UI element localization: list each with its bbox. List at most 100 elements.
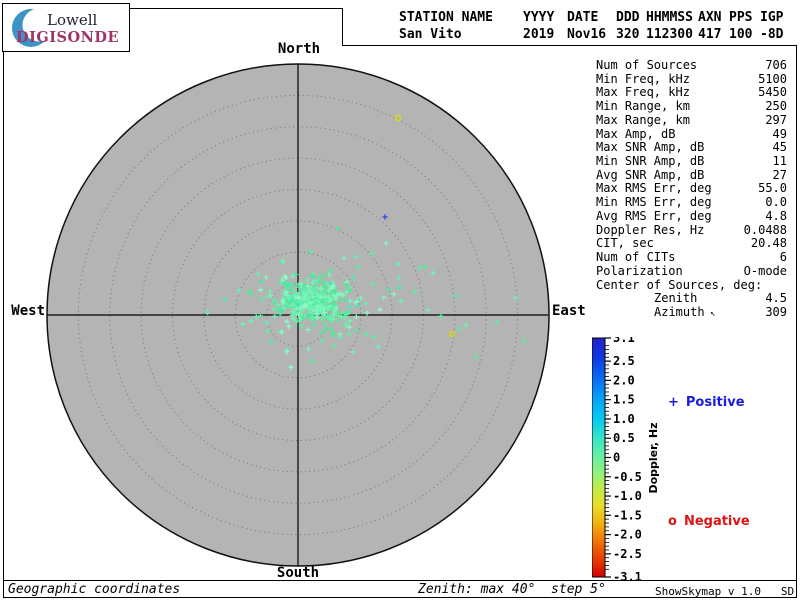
colorbar-tick-label: -0.5 (613, 470, 642, 484)
app-version: ShowSkymap v 1.0 SD v 5.1 (655, 585, 795, 598)
lowell-digisonde-logo: Lowell DIGISONDE (2, 3, 130, 52)
stat-label: Center of Sources, deg: (596, 277, 763, 292)
legend-positive: + Positive (668, 395, 745, 410)
stat-value: 5100 (758, 71, 787, 86)
header-labels-row: STATION NAME YYYY DATE DDD HHMMSS AXN PPS IGP (399, 10, 794, 25)
legend-negative: o Negative (668, 514, 750, 529)
stat-value: 0.0488 (743, 222, 787, 237)
stat-label: Max SNR Amp, dB (596, 140, 705, 155)
colorbar-tick-label: -2.5 (613, 547, 642, 561)
stat-label: Avg RMS Err, deg (596, 208, 712, 223)
stat-row: Max Range, km 297 (596, 113, 787, 127)
stat-label: Min RMS Err, deg (596, 195, 712, 210)
stat-label: Max Range, km (596, 112, 690, 127)
stat-row: CIT, sec 20.48 (596, 236, 787, 250)
stat-label: Num of CITs (596, 250, 676, 265)
stat-row: Max Amp, dB 49 (596, 127, 787, 141)
colorbar-tick-label: 1.5 (613, 393, 635, 407)
stat-label: Max Amp, dB (596, 126, 676, 141)
skymap-svg (46, 63, 550, 567)
logo-text-digisonde: DIGISONDE (16, 29, 120, 46)
compass-label-west: West (11, 303, 45, 319)
stat-row: Max RMS Err, deg 55.0 (596, 181, 787, 195)
header-value-3: 320 (616, 27, 640, 42)
logo-text-lowell: Lowell (47, 11, 98, 29)
stat-value: 11 (772, 154, 787, 169)
stat-label: Num of Sources (596, 58, 698, 72)
stat-label: Min Range, km (596, 99, 690, 114)
zenith-scale-note: Zenith: max 40° step 5° (418, 582, 606, 597)
stat-label: Polarization (596, 263, 683, 278)
stat-row: Min SNR Amp, dB 11 (596, 154, 787, 168)
stat-value: 45 (772, 140, 787, 155)
stat-value: 0.0 (765, 195, 787, 210)
stat-row: Azimuth ↖ 309 (596, 305, 787, 319)
stat-row: Max Freq, kHz 5450 (596, 85, 787, 99)
colorbar-tick-label: 3.1 (613, 337, 635, 345)
header-label-6: PPS (729, 10, 753, 25)
header-value-4: 112300 (646, 27, 693, 42)
compass-label-east: East (552, 303, 586, 319)
stat-row: Min Freq, kHz 5100 (596, 72, 787, 86)
stat-row: Polarization O-mode (596, 264, 787, 278)
stat-value: 4.8 (765, 208, 787, 223)
measurement-stats-panel: Num of Sources 706 Min Freq, kHz 5100 Max Fr… (596, 58, 787, 319)
colorbar-svg: 3.12.52.01.51.00.50-0.5-1.0-1.5-2.0-2.5-… (591, 331, 642, 584)
nw-arrow-icon: ↖ (704, 308, 716, 319)
stat-value: 20.48 (750, 236, 787, 251)
header-value-0: San Vito (399, 27, 462, 42)
colorbar-tick-label: -1.5 (613, 508, 642, 522)
colorbar-tick-label: 2.0 (613, 373, 635, 387)
stat-value: 6 (779, 250, 787, 265)
stat-row: Min Range, km 250 (596, 99, 787, 113)
header-value-2: Nov16 (567, 27, 607, 42)
colorbar-tick-label: 1.0 (613, 412, 635, 426)
colorbar-axis-label: Doppler, Hz (647, 422, 660, 494)
stat-label: Doppler Res, Hz (596, 222, 705, 237)
colorbar-tick-label: 0 (613, 451, 620, 465)
stat-label: Max Freq, kHz (596, 85, 690, 100)
stat-value: O-mode (743, 263, 787, 278)
skymap-plot (46, 63, 550, 572)
stat-value: 297 (765, 112, 787, 127)
header-label-0: STATION NAME (399, 10, 493, 25)
stat-label: Min SNR Amp, dB (596, 154, 705, 169)
header-label-3: DDD (616, 10, 640, 25)
stat-row: Avg RMS Err, deg 4.8 (596, 209, 787, 223)
stat-row: Min RMS Err, deg 0.0 (596, 195, 787, 209)
header-values-row: San Vito 2019 Nov16 320 112300 417 100 -8D (399, 27, 794, 42)
header-value-1: 2019 (523, 27, 555, 42)
doppler-colorbar: 3.1 2.5 2.0 1.5 1.0 0.5 0 -0.5 -1.0 -1.5 -2.0 -2.5-… (591, 331, 654, 586)
stat-value: 5450 (758, 85, 787, 100)
stat-value: 4.5 (765, 291, 787, 306)
stat-value: 27 (772, 167, 787, 182)
compass-label-north: North (277, 41, 321, 57)
station-header: STATION NAME YYYY DATE DDD HHMMSS AXN PPS IGP S… (342, 8, 797, 46)
stat-value: 55.0 (758, 181, 787, 196)
colorbar-tick-label: 2.5 (613, 354, 635, 368)
header-label-1: YYYY (523, 10, 555, 25)
header-label-7: IGP (760, 10, 784, 25)
stat-row: Max SNR Amp, dB 45 (596, 140, 787, 154)
plus-marker-icon: + (668, 395, 679, 410)
stat-row: Num of Sources 706 (596, 58, 787, 72)
legend-positive-label: Positive (685, 395, 745, 410)
circle-marker-icon: o (668, 514, 677, 529)
stat-label: Avg SNR Amp, dB (596, 167, 705, 182)
footer-divider (3, 580, 797, 581)
colorbar-tick-label: 0.5 (613, 431, 635, 445)
colorbar-tick-label: -1.0 (613, 489, 642, 503)
colorbar-tick-label: -2.0 (613, 528, 642, 542)
stat-label: CIT, sec (596, 236, 654, 251)
header-value-7: -8D (760, 27, 784, 42)
stat-value: 309 (765, 304, 787, 319)
stat-value: 250 (765, 99, 787, 114)
header-label-4: HHMMSS (646, 10, 693, 25)
stat-row: Doppler Res, Hz 0.0488 (596, 223, 787, 237)
stat-value: 49 (772, 126, 787, 141)
compass-label-south: South (276, 565, 320, 581)
stat-row: Num of CITs 6 (596, 250, 787, 264)
legend-negative-label: Negative (683, 514, 750, 529)
stat-row: Avg SNR Amp, dB 27 (596, 168, 787, 182)
header-value-6: 100 (729, 27, 753, 42)
